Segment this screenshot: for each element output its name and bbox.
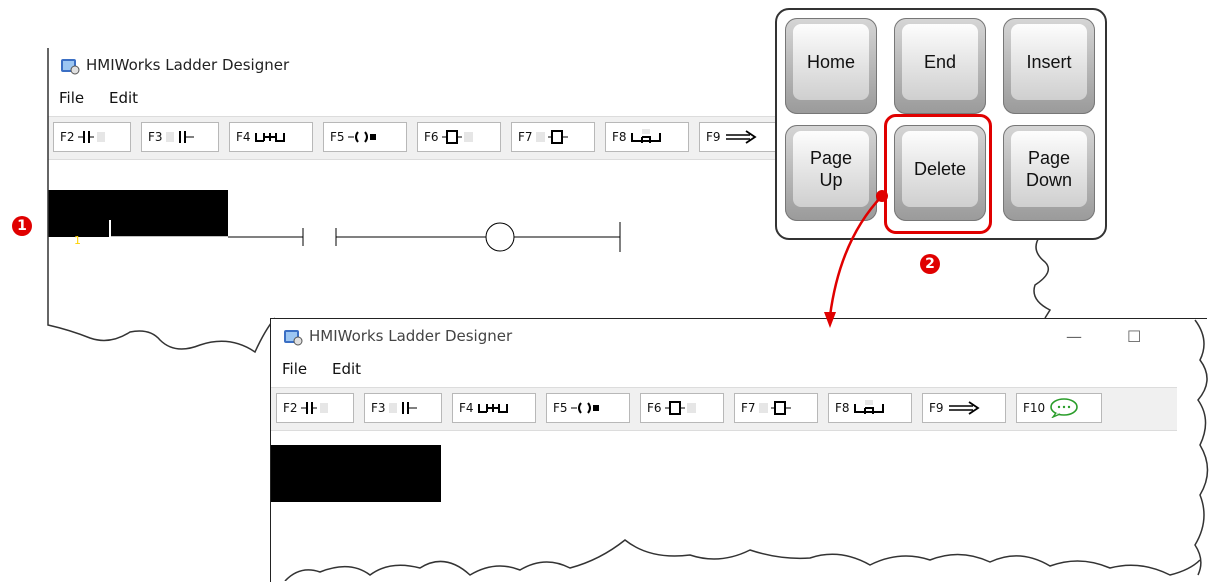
menu-edit[interactable]: Edit: [109, 89, 138, 107]
key-page-down-label: Page Down: [1011, 131, 1087, 207]
contact-no-icon: [77, 130, 108, 144]
toolbar-key-label: F9: [929, 401, 944, 415]
coil-icon: [570, 401, 601, 415]
branch-down-icon: [630, 129, 662, 145]
toolbar-button-f9[interactable]: F9: [922, 393, 1006, 423]
app-icon: [61, 59, 80, 75]
toolbar-key-label: F7: [741, 401, 756, 415]
toolbar-button-f9[interactable]: F9: [699, 122, 783, 152]
comment-icon: [1048, 398, 1080, 418]
branch-icon: [254, 129, 286, 145]
toolbar-button-f7[interactable]: F7: [511, 122, 595, 152]
contact-no-icon: [300, 401, 331, 415]
toolbar-key-label: F9: [706, 130, 721, 144]
contact-nc-icon: [165, 130, 196, 144]
step-badge-1: 1: [12, 216, 32, 236]
window-title: HMIWorks Ladder Designer: [309, 327, 513, 345]
branch-down-icon: [853, 400, 885, 416]
toolbar-button-f8[interactable]: F8: [828, 393, 912, 423]
keypad: Home End Insert Page Up Delete Page Down: [775, 8, 1107, 240]
title-bar: HMIWorks Ladder Designer — ☐: [271, 319, 1207, 357]
toolbar-button-f7[interactable]: F7: [734, 393, 818, 423]
window-title: HMIWorks Ladder Designer: [86, 56, 290, 74]
toolbar-button-f10[interactable]: F10: [1016, 393, 1102, 423]
toolbar-button-f6[interactable]: F6: [417, 122, 501, 152]
toolbar-button-f5[interactable]: F5: [546, 393, 630, 423]
toolbar-key-label: F3: [371, 401, 386, 415]
toolbar-button-f4[interactable]: F4: [229, 122, 313, 152]
branch-icon: [477, 400, 509, 416]
menu-file[interactable]: File: [59, 89, 84, 107]
maximize-button[interactable]: ☐: [1127, 327, 1141, 346]
key-home[interactable]: Home: [785, 18, 877, 114]
toolbar-key-label: F4: [236, 130, 251, 144]
toolbar-key-label: F2: [283, 401, 298, 415]
toolbar-button-f8[interactable]: F8: [605, 122, 689, 152]
goto-icon: [947, 401, 981, 415]
toolbar-key-label: F3: [148, 130, 163, 144]
menu-file[interactable]: File: [282, 360, 307, 378]
function-block-alt-icon: [535, 129, 570, 145]
menu-edit[interactable]: Edit: [332, 360, 361, 378]
app-icon: [284, 330, 303, 346]
key-page-up[interactable]: Page Up: [785, 125, 877, 221]
toolbar-button-f3[interactable]: F3: [141, 122, 219, 152]
toolbar-key-label: F10: [1023, 401, 1046, 415]
key-home-label: Home: [793, 24, 869, 100]
toolbar-key-label: F2: [60, 130, 75, 144]
toolbar-button-f3[interactable]: F3: [364, 393, 442, 423]
toolbar-key-label: F5: [330, 130, 345, 144]
toolbar-key-label: F7: [518, 130, 533, 144]
goto-icon: [724, 130, 758, 144]
function-block-icon: [441, 129, 476, 145]
coil-icon: [347, 130, 378, 144]
ladder-window-front: HMIWorks Ladder Designer — ☐ File Edit F…: [270, 318, 1207, 582]
toolbar-key-label: F6: [424, 130, 439, 144]
key-insert-label: Insert: [1011, 24, 1087, 100]
toolbar-button-f2[interactable]: F2: [53, 122, 131, 152]
step-badge-2: 2: [920, 254, 940, 274]
minimize-button[interactable]: —: [1066, 327, 1082, 346]
key-page-up-label: Page Up: [793, 131, 869, 207]
toolbar-key-label: F4: [459, 401, 474, 415]
delete-highlight: [884, 114, 992, 234]
key-page-down[interactable]: Page Down: [1003, 125, 1095, 221]
contact-nc-icon: [388, 401, 419, 415]
toolbar-key-label: F6: [647, 401, 662, 415]
ladder-rung: [109, 220, 621, 254]
toolbar-button-f5[interactable]: F5: [323, 122, 407, 152]
toolbar-button-f2[interactable]: F2: [276, 393, 354, 423]
function-block-alt-icon: [758, 400, 793, 416]
key-insert[interactable]: Insert: [1003, 18, 1095, 114]
function-block-icon: [664, 400, 699, 416]
toolbar: F2 F3 F4 F5 F6 F7 F8 F9 F10: [271, 387, 1177, 431]
toolbar-key-label: F5: [553, 401, 568, 415]
toolbar-key-label: F8: [835, 401, 850, 415]
rung-selection: [271, 445, 441, 502]
toolbar-button-f6[interactable]: F6: [640, 393, 724, 423]
toolbar-key-label: F8: [612, 130, 627, 144]
toolbar-button-f4[interactable]: F4: [452, 393, 536, 423]
key-end-label: End: [902, 24, 978, 100]
key-end[interactable]: End: [894, 18, 986, 114]
